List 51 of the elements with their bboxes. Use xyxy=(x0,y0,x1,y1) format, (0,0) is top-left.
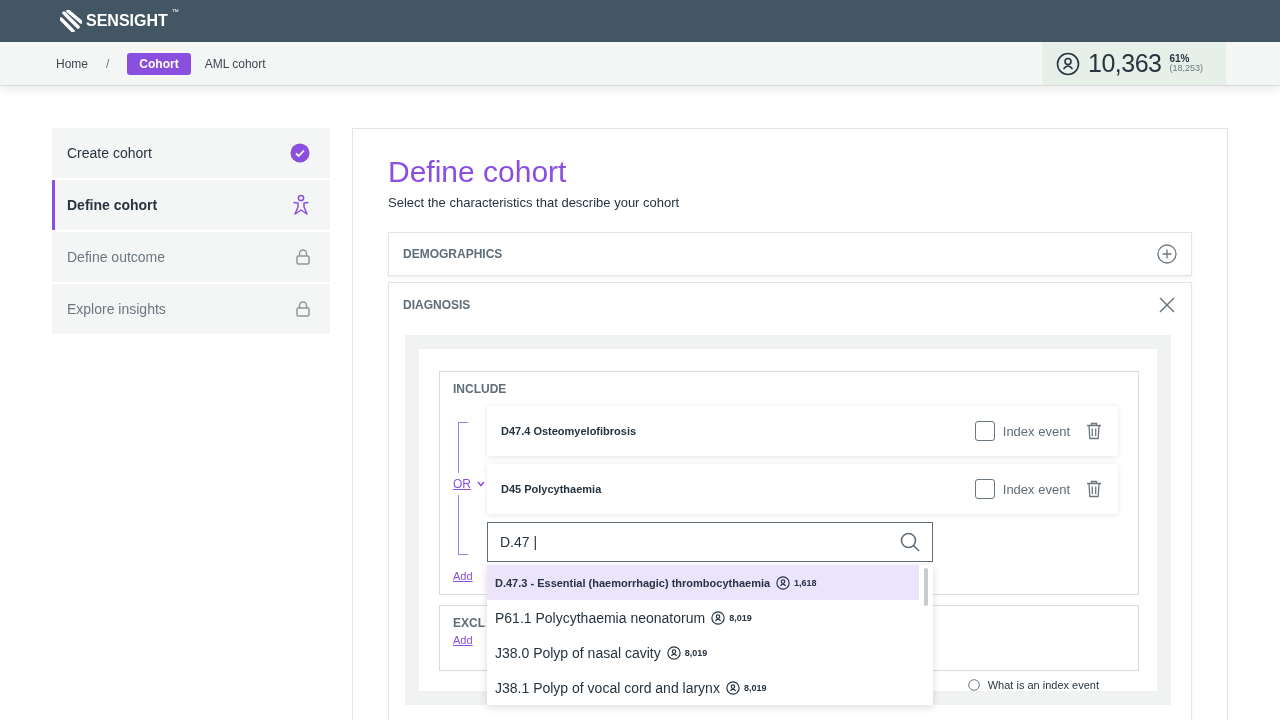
check-icon xyxy=(290,143,310,163)
suggestion-item[interactable]: D.47.3 - Essential (haemorrhagic) thrombocythaemia 1,618 xyxy=(487,565,919,600)
search-field[interactable]: D.47 | xyxy=(487,522,933,562)
checkbox[interactable] xyxy=(974,479,995,499)
person-icon xyxy=(776,575,791,590)
delete-icon[interactable] xyxy=(1086,480,1102,498)
step-item[interactable]: Create cohort xyxy=(52,128,330,178)
logo-text: SENSIGHT xyxy=(86,12,168,30)
accordion-header[interactable]: DIAGNOSIS xyxy=(389,283,1191,327)
breadcrumb-link[interactable]: AML cohort xyxy=(204,56,266,71)
diagnosis-name: D47.4 Osteomyelofibrosis xyxy=(501,425,638,437)
exclude-label: EXCL xyxy=(453,616,485,630)
patient-count: 10,363 xyxy=(1088,49,1162,78)
suggestion-item[interactable]: J38.1 Polyp of vocal cord and larynx 8,019 xyxy=(487,670,919,705)
step-item[interactable]: Explore insights xyxy=(52,284,330,334)
percent-text: 61% xyxy=(1169,54,1191,64)
figure-icon xyxy=(292,194,310,216)
logo-icon xyxy=(60,10,82,32)
step-item[interactable]: Define outcome xyxy=(52,232,330,282)
plus-icon xyxy=(1157,244,1177,264)
diagnosis-name: D45 Polycythaemia xyxy=(501,483,603,495)
help-link[interactable]: What is an index event xyxy=(987,679,1099,691)
chevron-icon xyxy=(477,481,485,487)
page-subtitle: Select the characteristics that describe your cohort xyxy=(388,195,681,210)
lock-icon xyxy=(296,301,310,317)
person-icon xyxy=(711,610,726,625)
suggestion-item[interactable]: P61.1 Polycythaemia neonatorum 8,019 xyxy=(487,600,919,635)
suggestion-item[interactable]: J38.0 Polyp of nasal cavity 8,019 xyxy=(487,635,919,670)
breadcrumb-link[interactable]: Cohort xyxy=(127,52,191,75)
search-icon xyxy=(900,532,920,552)
checkbox[interactable] xyxy=(974,421,995,441)
breadcrumb-separator: / xyxy=(106,56,110,71)
checkbox-label: Index event xyxy=(1002,481,1070,497)
person-icon xyxy=(1056,51,1080,76)
delete-icon[interactable] xyxy=(1086,422,1102,440)
breadcrumb-link[interactable]: Home xyxy=(56,56,88,71)
info-icon xyxy=(967,679,980,691)
page-title: Define cohort xyxy=(388,155,568,189)
close-icon xyxy=(1159,297,1175,313)
checkbox-label: Index event xyxy=(1002,423,1070,439)
accordion-header[interactable]: DEMOGRAPHICS xyxy=(388,232,1192,276)
include-label: INCLUDE xyxy=(453,382,507,396)
lock-icon xyxy=(296,249,310,265)
scrollbar[interactable] xyxy=(924,568,928,606)
add-link[interactable]: Add xyxy=(453,570,473,582)
step-item[interactable]: Define cohort xyxy=(52,180,330,230)
total-text: (18,253) xyxy=(1169,64,1203,73)
add-link[interactable]: Add xyxy=(453,634,473,646)
person-icon xyxy=(666,645,681,660)
person-icon xyxy=(725,680,740,695)
or-link[interactable]: OR xyxy=(453,477,471,491)
